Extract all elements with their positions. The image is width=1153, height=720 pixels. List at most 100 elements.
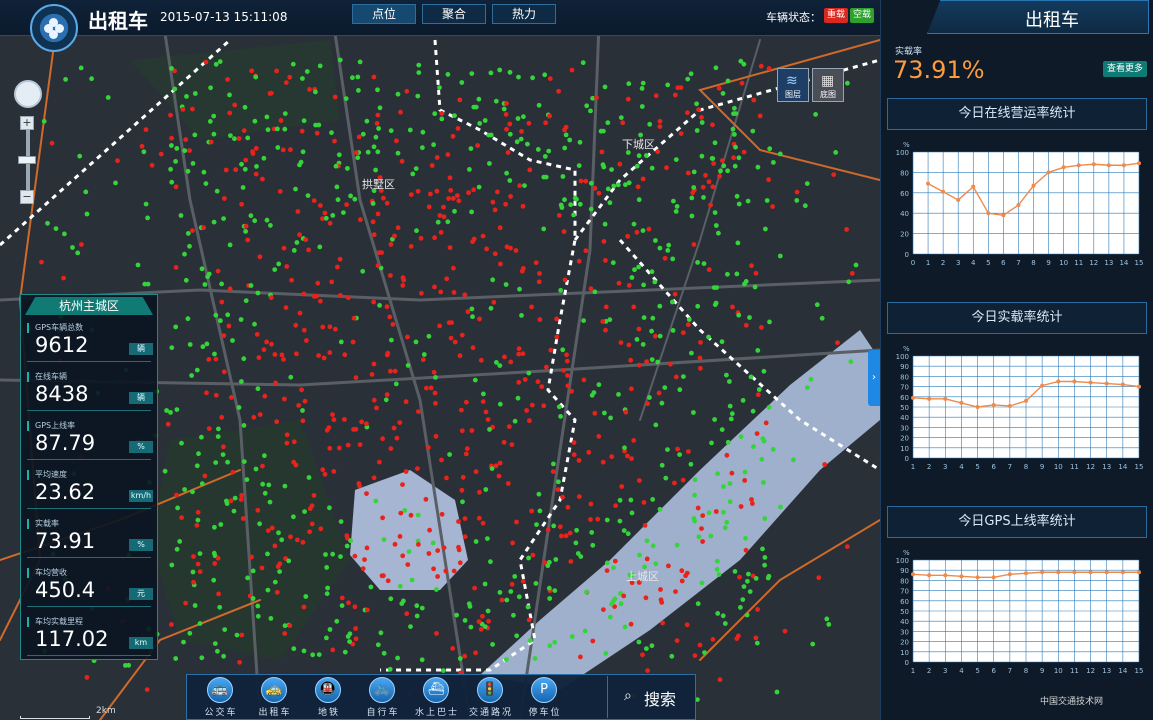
taxi-empty-point[interactable] <box>712 140 718 146</box>
taxi-loaded-point[interactable] <box>645 401 650 407</box>
taxi-empty-point[interactable] <box>316 652 322 657</box>
taxi-empty-point[interactable] <box>415 512 421 518</box>
taxi-loaded-point[interactable] <box>678 131 684 137</box>
taxi-loaded-point[interactable] <box>384 392 390 397</box>
taxi-empty-point[interactable] <box>402 508 408 513</box>
taxi-empty-point[interactable] <box>420 129 426 135</box>
taxi-empty-point[interactable] <box>819 315 825 321</box>
taxi-loaded-point[interactable] <box>353 626 358 631</box>
taxi-loaded-point[interactable] <box>215 555 221 561</box>
tab-heatmap[interactable]: 热力 <box>492 4 556 24</box>
taxi-loaded-point[interactable] <box>700 513 706 518</box>
taxi-loaded-point[interactable] <box>604 568 610 573</box>
taxi-loaded-point[interactable] <box>576 258 582 264</box>
taxi-empty-point[interactable] <box>294 240 300 245</box>
taxi-loaded-point[interactable] <box>699 115 704 120</box>
taxi-loaded-point[interactable] <box>708 202 713 208</box>
taxi-empty-point[interactable] <box>493 98 499 104</box>
taxi-loaded-point[interactable] <box>497 225 503 231</box>
taxi-loaded-point[interactable] <box>274 68 279 74</box>
taxi-empty-point[interactable] <box>556 404 562 410</box>
taxi-loaded-point[interactable] <box>490 199 496 205</box>
taxi-loaded-point[interactable] <box>190 228 195 234</box>
taxi-loaded-point[interactable] <box>139 143 145 149</box>
taxi-empty-point[interactable] <box>657 506 663 512</box>
taxi-loaded-point[interactable] <box>560 494 565 500</box>
taxi-empty-point[interactable] <box>688 71 694 77</box>
taxi-empty-point[interactable] <box>487 427 492 432</box>
taxi-empty-point[interactable] <box>217 604 223 610</box>
taxi-empty-point[interactable] <box>727 499 733 505</box>
taxi-loaded-point[interactable] <box>426 551 432 556</box>
taxi-loaded-point[interactable] <box>456 519 461 524</box>
taxi-loaded-point[interactable] <box>695 505 701 511</box>
taxi-empty-point[interactable] <box>765 575 771 581</box>
taxi-empty-point[interactable] <box>621 528 627 533</box>
taxi-empty-point[interactable] <box>507 131 513 137</box>
taxi-loaded-point[interactable] <box>564 352 569 358</box>
taxi-loaded-point[interactable] <box>620 120 626 126</box>
taxi-loaded-point[interactable] <box>536 279 542 285</box>
taxi-empty-point[interactable] <box>301 118 307 124</box>
taxi-empty-point[interactable] <box>591 390 597 395</box>
taxi-loaded-point[interactable] <box>753 635 759 641</box>
taxi-loaded-point[interactable] <box>61 275 66 281</box>
taxi-loaded-point[interactable] <box>710 637 716 642</box>
taxi-empty-point[interactable] <box>434 587 439 592</box>
taxi-loaded-point[interactable] <box>297 310 303 316</box>
taxi-loaded-point[interactable] <box>191 554 196 559</box>
taxi-loaded-point[interactable] <box>277 189 283 194</box>
taxi-empty-point[interactable] <box>759 456 765 462</box>
taxi-empty-point[interactable] <box>297 162 302 168</box>
taxi-loaded-point[interactable] <box>401 277 407 283</box>
taxi-loaded-point[interactable] <box>191 579 196 585</box>
taxi-loaded-point[interactable] <box>431 566 436 572</box>
taxi-loaded-point[interactable] <box>561 368 567 373</box>
taxi-empty-point[interactable] <box>571 212 576 218</box>
taxi-loaded-point[interactable] <box>554 334 560 340</box>
taxi-loaded-point[interactable] <box>268 295 274 301</box>
taxi-loaded-point[interactable] <box>431 369 437 375</box>
taxi-loaded-point[interactable] <box>387 314 393 320</box>
taxi-empty-point[interactable] <box>324 635 329 641</box>
taxi-loaded-point[interactable] <box>736 633 741 639</box>
taxi-loaded-point[interactable] <box>304 338 309 343</box>
taxi-empty-point[interactable] <box>582 628 588 634</box>
taxi-loaded-point[interactable] <box>444 276 450 282</box>
taxi-empty-point[interactable] <box>547 596 553 601</box>
taxi-empty-point[interactable] <box>573 540 579 546</box>
taxi-empty-point[interactable] <box>753 576 759 581</box>
taxi-empty-point[interactable] <box>485 536 490 541</box>
taxi-empty-point[interactable] <box>211 219 217 225</box>
taxi-loaded-point[interactable] <box>295 537 300 543</box>
taxi-empty-point[interactable] <box>327 505 332 511</box>
taxi-empty-point[interactable] <box>547 643 553 649</box>
taxi-empty-point[interactable] <box>535 147 541 152</box>
taxi-empty-point[interactable] <box>190 569 196 575</box>
taxi-empty-point[interactable] <box>563 132 569 138</box>
taxi-empty-point[interactable] <box>611 183 617 189</box>
taxi-loaded-point[interactable] <box>729 470 735 476</box>
taxi-empty-point[interactable] <box>468 146 474 152</box>
taxi-empty-point[interactable] <box>617 497 623 503</box>
taxi-empty-point[interactable] <box>609 167 614 173</box>
taxi-loaded-point[interactable] <box>342 352 348 358</box>
taxi-empty-point[interactable] <box>605 186 611 192</box>
taxi-loaded-point[interactable] <box>253 145 259 151</box>
taxi-empty-point[interactable] <box>459 80 465 85</box>
taxi-loaded-point[interactable] <box>274 589 280 595</box>
taxi-loaded-point[interactable] <box>686 449 691 454</box>
taxi-empty-point[interactable] <box>365 149 371 155</box>
taxi-empty-point[interactable] <box>415 93 421 99</box>
taxi-empty-point[interactable] <box>276 261 282 267</box>
taxi-empty-point[interactable] <box>393 381 399 387</box>
taxi-empty-point[interactable] <box>334 184 340 190</box>
taxi-loaded-point[interactable] <box>392 541 398 547</box>
taxi-empty-point[interactable] <box>652 279 658 285</box>
taxi-loaded-point[interactable] <box>391 425 397 431</box>
taxi-empty-point[interactable] <box>468 624 474 630</box>
taxi-empty-point[interactable] <box>640 80 646 86</box>
taxi-loaded-point[interactable] <box>288 534 293 540</box>
taxi-loaded-point[interactable] <box>636 362 642 368</box>
taxi-empty-point[interactable] <box>670 256 676 262</box>
